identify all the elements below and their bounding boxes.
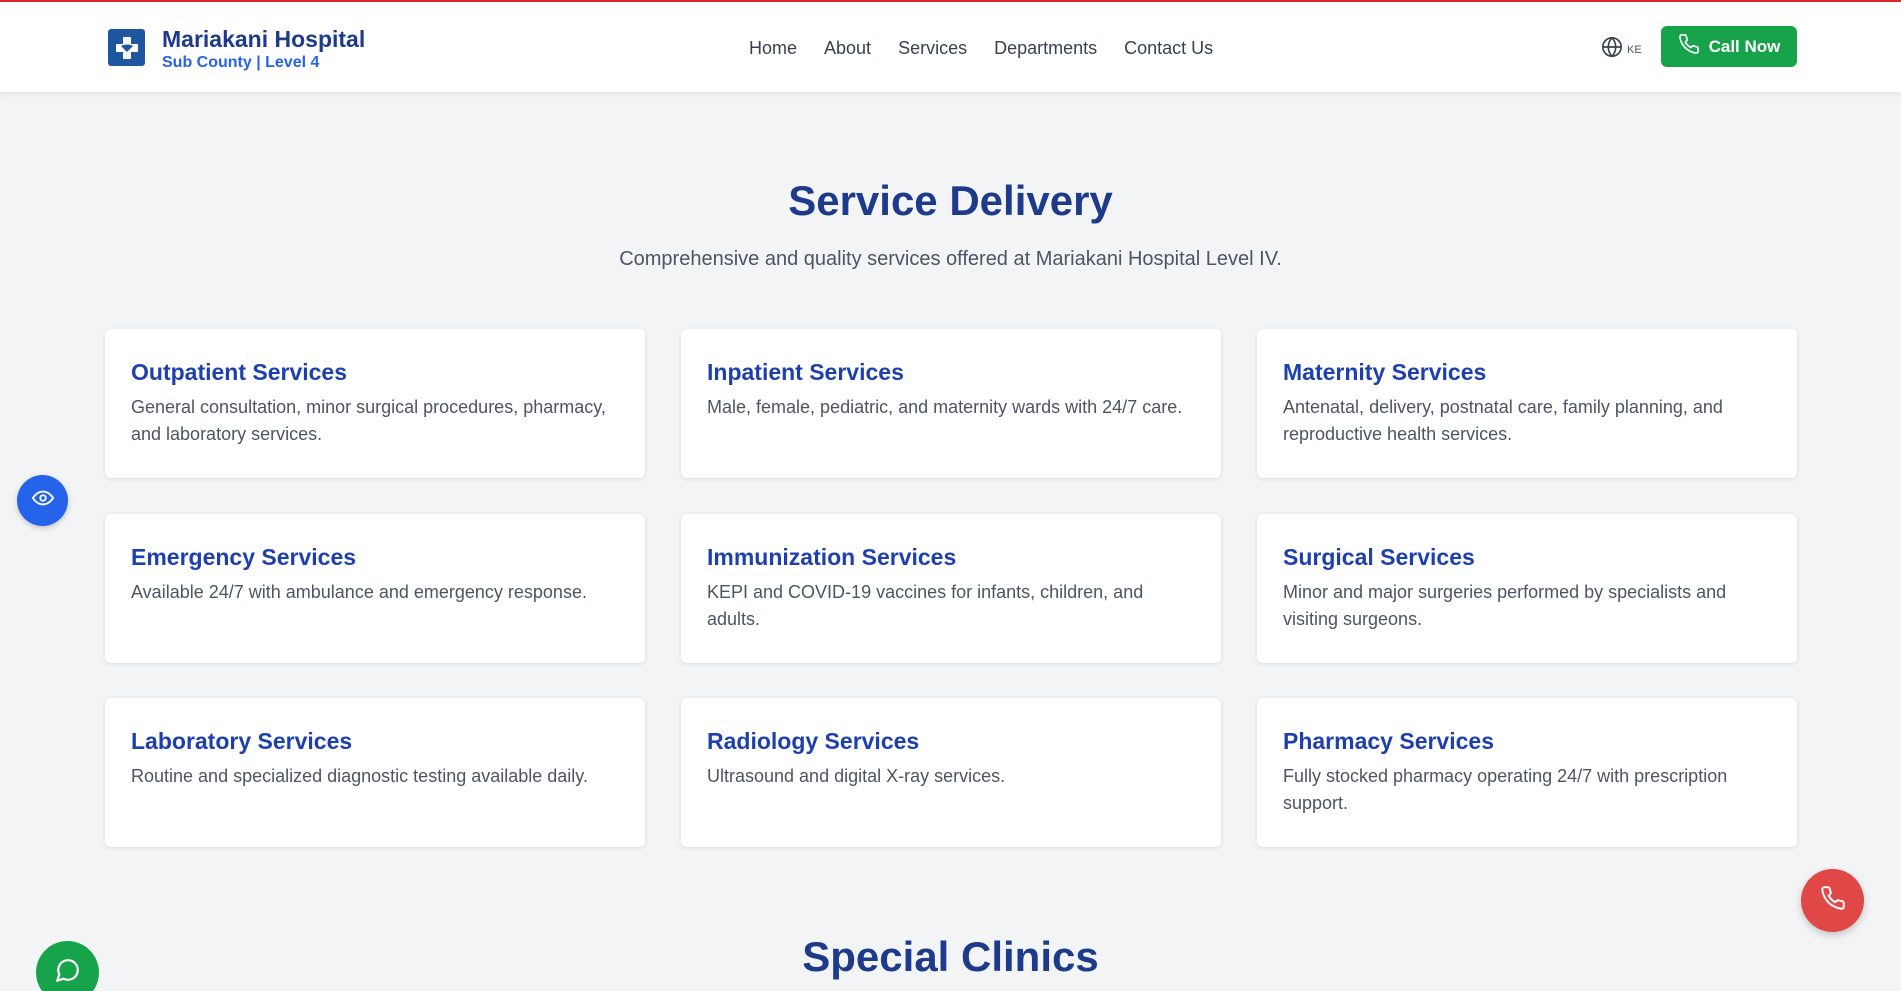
service-card-title: Maternity Services [1283,359,1487,385]
service-card-title: Outpatient Services [131,359,348,385]
service-card-maternity: Maternity Services Antenatal, delivery, … [1257,329,1797,478]
eye-icon [31,487,54,514]
special-clinics-title: Special Clinics [802,933,1099,980]
brand-link[interactable]: Mariakani Hospital Sub County | Level 4 [108,26,365,74]
nav-services[interactable]: Services [898,35,967,61]
nav-departments[interactable]: Departments [994,35,1097,61]
service-card-desc: Ultrasound and digital X-ray services. [707,766,1006,786]
site-header: Mariakani Hospital Sub County | Level 4 … [0,2,1901,92]
accessibility-button[interactable] [17,475,68,526]
service-card-title: Surgical Services [1283,544,1475,570]
service-card-desc: Available 24/7 with ambulance and emerge… [131,582,587,602]
language-code: KE [1627,43,1642,56]
nav-contact[interactable]: Contact Us [1124,35,1213,61]
service-card-desc: Male, female, pediatric, and maternity w… [707,397,1183,417]
main-nav: Home About Services Departments Contact … [749,35,1240,61]
service-card-desc: Antenatal, delivery, postnatal care, fam… [1283,397,1723,444]
service-card-desc: Fully stocked pharmacy operating 24/7 wi… [1283,766,1728,813]
service-delivery-title: Service Delivery [788,177,1113,224]
service-card-desc: KEPI and COVID-19 vaccines for infants, … [707,582,1144,629]
service-delivery-subtitle: Comprehensive and quality services offer… [619,248,1282,270]
brand-subtitle: Sub County | Level 4 [162,54,320,71]
brand-name: Mariakani Hospital [162,26,366,52]
service-card-inpatient: Inpatient Services Male, female, pediatr… [681,329,1221,478]
call-now-label: Call Now [1708,36,1781,56]
nav-about[interactable]: About [824,35,871,61]
language-selector[interactable]: KE [1601,36,1642,63]
service-card-title: Radiology Services [707,728,920,754]
service-card-title: Laboratory Services [131,728,353,754]
service-card-title: Pharmacy Services [1283,728,1494,754]
service-card-outpatient: Outpatient Services General consultation… [105,329,645,478]
service-card-desc: General consultation, minor surgical pro… [131,397,606,444]
service-card-title: Emergency Services [131,544,357,570]
service-card-desc: Routine and specialized diagnostic testi… [131,766,588,786]
globe-icon [1601,36,1623,63]
service-card-laboratory: Laboratory Services Routine and speciali… [105,698,645,847]
chat-bubble-icon [55,957,81,988]
service-card-radiology: Radiology Services Ultrasound and digita… [681,698,1221,847]
brand-text: Mariakani Hospital Sub County | Level 4 [162,26,365,74]
phone-icon [1820,885,1846,916]
nav-home[interactable]: Home [749,35,797,61]
floating-call-button[interactable] [1801,869,1864,932]
service-card-title: Inpatient Services [707,359,904,385]
hospital-cross-icon [108,29,145,66]
service-card-title: Immunization Services [707,544,957,570]
service-card-pharmacy: Pharmacy Services Fully stocked pharmacy… [1257,698,1797,847]
phone-icon [1678,33,1709,60]
call-now-button[interactable]: Call Now [1661,26,1797,67]
service-card-desc: Minor and major surgeries performed by s… [1283,582,1727,629]
service-card-emergency: Emergency Services Available 24/7 with a… [105,514,645,663]
service-card-surgical: Surgical Services Minor and major surger… [1257,514,1797,663]
service-card-immunization: Immunization Services KEPI and COVID-19 … [681,514,1221,663]
